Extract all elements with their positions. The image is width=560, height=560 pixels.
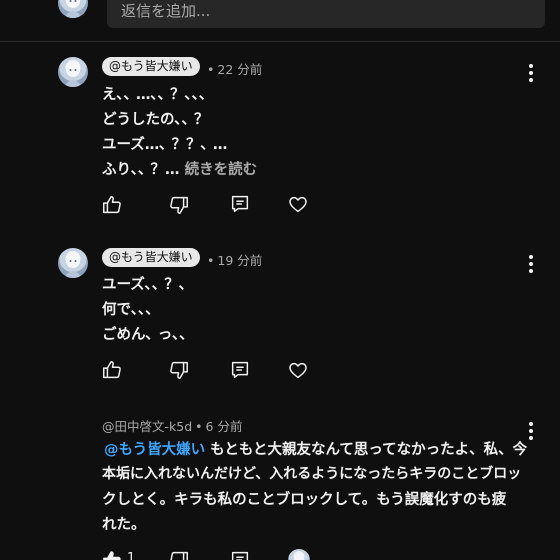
comment-text-line: ユーズ､､ ？､	[102, 277, 187, 293]
heart-icon[interactable]	[287, 193, 309, 215]
comment-time: • 19 分前	[207, 253, 263, 268]
comment-text-line: どうしたの､､ ？	[102, 112, 209, 128]
comment-time: 6 分前	[205, 419, 243, 434]
avatar[interactable]	[58, 57, 88, 87]
reply-placeholder: 返信を追加...	[121, 2, 211, 20]
creator-heart-avatar	[288, 549, 310, 560]
comment-text-line: れた。	[102, 517, 146, 533]
thumbs-down-icon[interactable]	[168, 549, 190, 560]
avatar[interactable]	[58, 248, 88, 278]
divider	[0, 41, 560, 42]
comment-author[interactable]: @田中啓文-k5d	[102, 419, 192, 434]
reply-icon[interactable]	[229, 359, 251, 381]
reply-icon[interactable]	[229, 549, 251, 560]
comment-text-line: ごめん､ っ､､	[102, 327, 187, 343]
comment-time: • 22 分前	[207, 62, 263, 77]
thumbs-up-icon[interactable]	[101, 359, 123, 381]
comment-text-line: @もう皆大嫌い もともと大親友なんて思ってなかったよ、私、今	[104, 442, 528, 458]
comment-text-line: ふり､､ ？… 続きを読む	[102, 162, 258, 178]
read-more-link[interactable]: 続きを読む	[185, 162, 258, 178]
thumbs-up-icon[interactable]	[101, 549, 123, 560]
comment-header: @田中啓文-k5d • 6 分前	[102, 419, 243, 434]
comment-text-line: え､､ …､､ ？､､､	[102, 87, 207, 103]
comment-author[interactable]: @もう皆大嫌い	[102, 248, 200, 267]
comment-text-line: 何で､､､	[102, 302, 153, 318]
thumbs-up-icon[interactable]	[101, 194, 123, 216]
more-vertical-icon[interactable]	[523, 62, 539, 84]
more-vertical-icon[interactable]	[523, 253, 539, 275]
avatar	[58, 0, 88, 18]
thumbs-down-icon[interactable]	[168, 359, 190, 381]
comment-text-line: ユーズ…､ ？？､ …	[102, 137, 228, 153]
thumbs-down-icon[interactable]	[168, 194, 190, 216]
comment-author[interactable]: @もう皆大嫌い	[102, 57, 200, 76]
reply-icon[interactable]	[229, 193, 251, 215]
comment-text-line: 本垢に入れないんだけど、入れるようになったらキラのことブロッ	[102, 466, 522, 482]
heart-icon[interactable]	[287, 359, 309, 381]
reply-input[interactable]: 返信を追加...	[107, 0, 545, 28]
comment-text-line: クしとく。キラも私のことブロックして。もう誤魔化すのも疲	[102, 492, 507, 508]
mention-link[interactable]: @もう皆大嫌い	[104, 442, 205, 458]
like-count: 1	[127, 551, 136, 560]
